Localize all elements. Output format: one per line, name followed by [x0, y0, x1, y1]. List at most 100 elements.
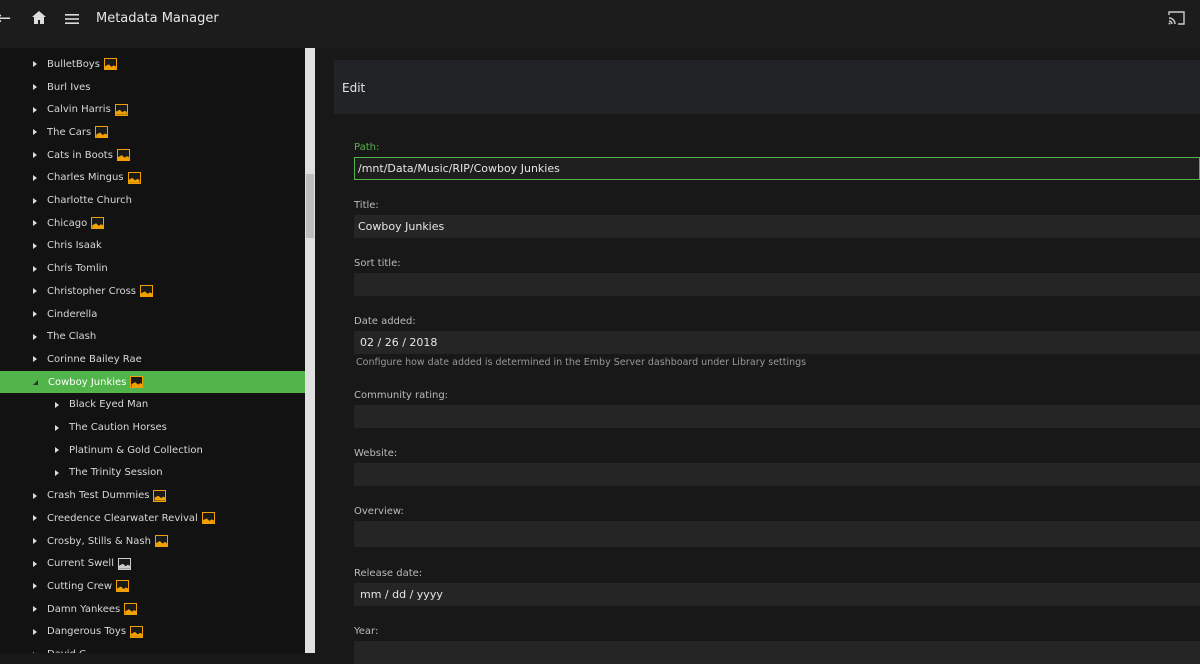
tree-item-label: Crosby, Stills & Nash — [47, 535, 151, 547]
tree-item-label: BulletBoys — [47, 58, 100, 70]
tree-item[interactable]: Dangerous Toys — [0, 621, 305, 644]
expand-arrow-icon[interactable] — [33, 333, 37, 340]
year-label: Year: — [354, 626, 379, 637]
scrollbar-thumb[interactable] — [306, 174, 314, 238]
tree-item-label: Chris Tomlin — [47, 263, 108, 275]
expand-arrow-icon[interactable] — [55, 469, 59, 476]
tree-item-label: Current Swell — [47, 558, 114, 570]
expand-arrow-icon[interactable] — [55, 424, 59, 431]
tree-item-label: Platinum & Gold Collection — [69, 444, 203, 456]
tree-item[interactable]: Damn Yankees — [0, 598, 305, 621]
tree-item[interactable]: The Cars — [0, 121, 305, 144]
expanded-arrow-icon[interactable] — [33, 379, 38, 385]
tree-item[interactable]: Charles Mingus — [0, 167, 305, 190]
release-date-input[interactable]: mm / dd / yyyy — [354, 583, 1200, 606]
tree-item-label: Creedence Clearwater Revival — [47, 512, 198, 524]
path-label: Path: — [354, 142, 380, 153]
back-arrow-icon[interactable]: ← — [0, 10, 11, 28]
expand-arrow-icon[interactable] — [33, 628, 37, 635]
overview-label: Overview: — [354, 506, 404, 517]
cast-icon[interactable] — [1168, 11, 1185, 29]
tree-item[interactable]: Chicago — [0, 212, 305, 235]
overview-input[interactable] — [354, 521, 1200, 547]
tree-item[interactable]: Chris Tomlin — [0, 257, 305, 280]
image-icon — [124, 603, 138, 616]
tree-item[interactable]: Crosby, Stills & Nash — [0, 530, 305, 553]
expand-arrow-icon[interactable] — [33, 242, 37, 249]
menu-icon[interactable] — [65, 11, 79, 29]
community-rating-label: Community rating: — [354, 390, 449, 401]
tree-item[interactable]: The Clash — [0, 325, 305, 348]
community-rating-input[interactable] — [354, 405, 1200, 428]
tree-item[interactable]: Cats in Boots — [0, 144, 305, 167]
image-icon — [103, 58, 117, 71]
tree-item[interactable]: Cowboy Junkies — [0, 370, 305, 394]
top-bar: ← Metadata Manager — [0, 0, 1200, 48]
expand-arrow-icon[interactable] — [33, 492, 37, 499]
image-icon — [91, 217, 105, 230]
tree-item[interactable]: The Trinity Session — [0, 462, 305, 485]
expand-arrow-icon[interactable] — [33, 61, 37, 68]
expand-arrow-icon[interactable] — [33, 356, 37, 363]
tree-item-label: Cats in Boots — [47, 149, 113, 161]
tree-item-label: Burl Ives — [47, 81, 91, 93]
expand-arrow-icon[interactable] — [33, 174, 37, 181]
expand-arrow-icon[interactable] — [33, 220, 37, 227]
image-icon — [201, 512, 215, 525]
title-input[interactable]: Cowboy Junkies — [354, 215, 1200, 238]
tree-item[interactable]: Platinum & Gold Collection — [0, 439, 305, 462]
date-added-input[interactable]: 02 / 26 / 2018 — [354, 331, 1200, 354]
sort-title-label: Sort title: — [354, 258, 401, 269]
tree-item-label: The Caution Horses — [69, 422, 167, 434]
library-tree: BulletBoys Burl Ives Calvin Harris The Cars… — [0, 48, 305, 653]
tree-item[interactable]: Cutting Crew — [0, 575, 305, 598]
tree-item[interactable]: Calvin Harris — [0, 98, 305, 121]
page-title: Metadata Manager — [96, 11, 219, 26]
tree-item[interactable]: Creedence Clearwater Revival — [0, 507, 305, 530]
expand-arrow-icon[interactable] — [33, 560, 37, 567]
tree-item-label: The Clash — [47, 331, 97, 343]
website-label: Website: — [354, 448, 398, 459]
tree-item[interactable]: Corinne Bailey Rae — [0, 348, 305, 371]
tree-item[interactable]: Cinderella — [0, 303, 305, 326]
tree-item[interactable]: Chris Isaak — [0, 235, 305, 258]
expand-arrow-icon[interactable] — [33, 583, 37, 590]
expand-arrow-icon[interactable] — [33, 311, 37, 318]
tree-item[interactable]: Crash Test Dummies — [0, 484, 305, 507]
image-icon — [130, 625, 144, 638]
expand-arrow-icon[interactable] — [33, 265, 37, 272]
tree-item-label: Dangerous Toys — [47, 626, 127, 638]
date-added-label: Date added: — [354, 316, 416, 327]
expand-arrow-icon[interactable] — [33, 197, 37, 204]
image-icon — [140, 285, 153, 298]
title-label: Title: — [354, 200, 379, 211]
website-input[interactable] — [354, 463, 1200, 486]
tree-item-label: Chicago — [47, 217, 88, 229]
image-icon — [114, 103, 128, 116]
image-icon — [127, 171, 141, 184]
home-icon[interactable] — [31, 10, 47, 29]
expand-arrow-icon[interactable] — [33, 129, 37, 136]
tree-item-label: Corinne Bailey Rae — [47, 353, 142, 365]
expand-arrow-icon[interactable] — [33, 106, 37, 113]
expand-arrow-icon[interactable] — [33, 606, 37, 613]
expand-arrow-icon[interactable] — [33, 288, 37, 295]
tree-scrollbar[interactable] — [305, 48, 315, 653]
expand-arrow-icon[interactable] — [33, 515, 37, 522]
tree-item[interactable]: BulletBoys — [0, 53, 305, 76]
tree-item[interactable]: David C — [0, 643, 305, 653]
expand-arrow-icon[interactable] — [33, 84, 37, 91]
edit-header: Edit — [334, 60, 1200, 114]
tree-item[interactable]: Current Swell — [0, 552, 305, 575]
tree-item[interactable]: Black Eyed Man — [0, 394, 305, 417]
sort-title-input[interactable] — [354, 273, 1200, 296]
path-input[interactable]: /mnt/Data/Music/RIP/Cowboy Junkies — [354, 157, 1200, 180]
tree-item[interactable]: Charlotte Church — [0, 189, 305, 212]
tree-item[interactable]: Burl Ives — [0, 76, 305, 99]
expand-arrow-icon[interactable] — [33, 152, 37, 159]
tree-item[interactable]: Christopher Cross — [0, 280, 305, 303]
expand-arrow-icon[interactable] — [55, 401, 59, 408]
expand-arrow-icon[interactable] — [55, 447, 59, 454]
expand-arrow-icon[interactable] — [33, 538, 37, 545]
tree-item[interactable]: The Caution Horses — [0, 416, 305, 439]
